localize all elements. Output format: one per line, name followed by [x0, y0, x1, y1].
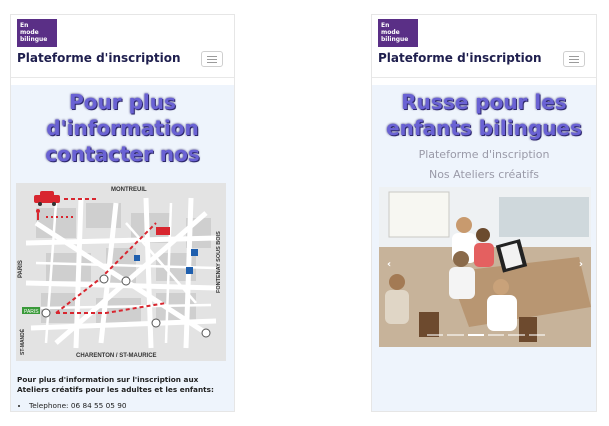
page-title: Russe pour les enfants bilingues — [372, 85, 596, 141]
title-line: enfants bilingues — [386, 116, 582, 140]
logo-line-3: bilingue — [20, 36, 48, 43]
logo-line-1: En — [20, 22, 29, 29]
hamburger-icon[interactable] — [201, 51, 223, 67]
content-panel: Russe pour les enfants bilingues Platefo… — [372, 85, 596, 411]
carousel-indicator[interactable] — [427, 334, 444, 336]
subtitle-workshops: Nos Ateliers créatifs — [428, 168, 540, 181]
page-title: Pour plus d'information contacter nos — [11, 85, 234, 167]
map-label-southwest: ST-MANDÉ — [18, 328, 26, 355]
classroom-photo — [379, 187, 591, 347]
contact-info: Pour plus d'information sur l'inscriptio… — [17, 375, 231, 411]
photo-carousel[interactable]: ‹ › — [379, 187, 591, 347]
logo-line-2: mode — [381, 29, 400, 36]
carousel-indicator[interactable] — [528, 334, 545, 336]
carousel-indicator[interactable] — [508, 334, 525, 336]
logo[interactable]: En mode bilingue — [378, 19, 418, 47]
title-line: Russe pour les — [401, 90, 567, 114]
navbar: En mode bilingue Plateforme d'inscriptio… — [372, 15, 596, 78]
carousel-indicators[interactable] — [427, 334, 545, 337]
map-label-east: FONTENAY SOUS BOIS — [216, 231, 222, 293]
phone-number[interactable]: Telephone: 06 84 55 05 90 — [29, 401, 231, 411]
title-line: contacter nos — [45, 142, 200, 166]
logo-line-2: mode — [20, 29, 39, 36]
map-label-west: PARIS — [18, 260, 24, 278]
navbar: En mode bilingue Plateforme d'inscriptio… — [11, 15, 234, 78]
location-map: PARIS MONTREUIL CHARENTON / ST-MAURICE P… — [16, 183, 226, 361]
carousel-indicator[interactable] — [467, 334, 484, 336]
right-phone-screen: En mode bilingue Plateforme d'inscriptio… — [371, 14, 597, 412]
brand-title[interactable]: Plateforme d'inscription — [378, 51, 542, 65]
map-label-south: CHARENTON / ST-MAURICE — [76, 353, 157, 359]
logo-line-3: bilingue — [381, 36, 409, 43]
map-label-north: MONTREUIL — [111, 187, 147, 193]
chevron-right-icon[interactable]: › — [579, 259, 583, 270]
hamburger-icon[interactable] — [563, 51, 585, 67]
map-graphic: PARIS MONTREUIL CHARENTON / ST-MAURICE P… — [16, 183, 226, 361]
subtitle-platform: Plateforme d'inscription — [418, 148, 550, 161]
content-panel: Pour plus d'information contacter nos PA… — [11, 85, 234, 411]
title-line: d'information — [46, 116, 199, 140]
svg-text:PARIS: PARIS — [24, 309, 39, 315]
left-phone-screen: En mode bilingue Plateforme d'inscriptio… — [10, 14, 235, 412]
logo-line-1: En — [381, 22, 390, 29]
chevron-left-icon[interactable]: ‹ — [387, 259, 391, 270]
carousel-indicator[interactable] — [487, 334, 505, 336]
logo[interactable]: En mode bilingue — [17, 19, 57, 47]
title-line: Pour plus — [69, 90, 176, 114]
info-text: Pour plus d'information sur l'inscriptio… — [17, 375, 214, 394]
carousel-indicator[interactable] — [447, 334, 464, 336]
brand-title[interactable]: Plateforme d'inscription — [17, 51, 181, 65]
